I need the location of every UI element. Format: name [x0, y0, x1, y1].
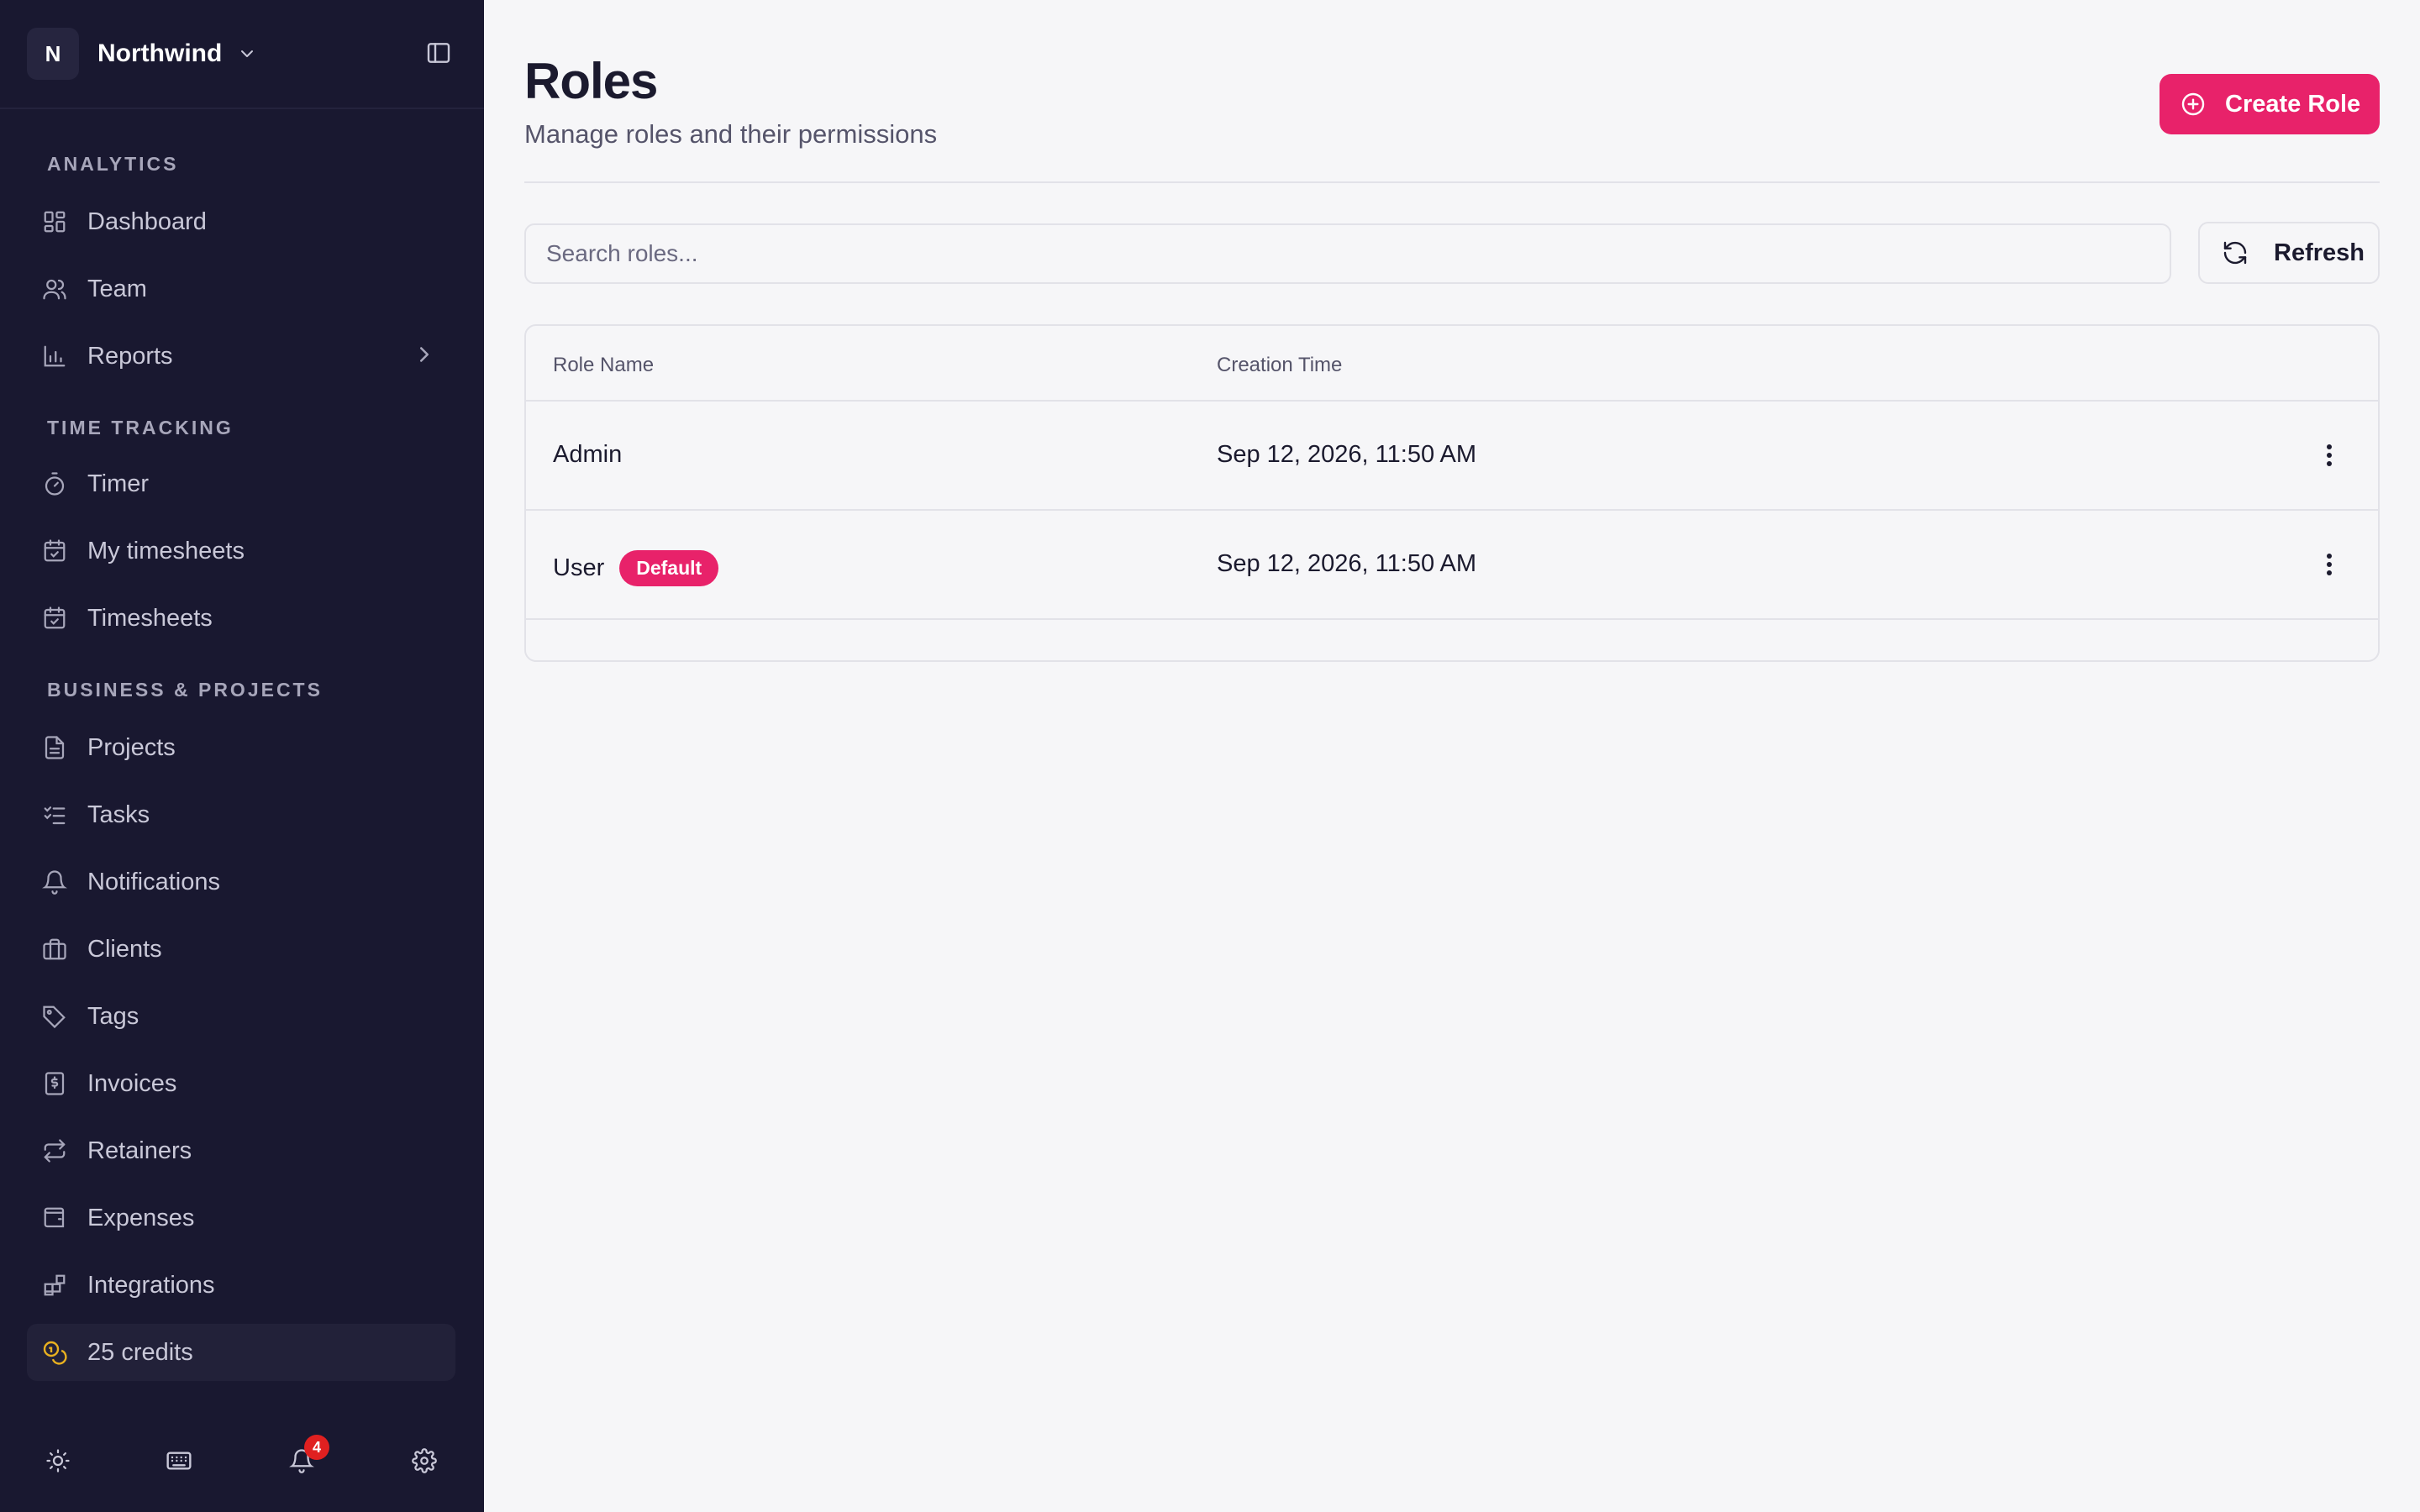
sidebar-item-dashboard[interactable]: Dashboard	[27, 193, 455, 250]
sidebar-item-label: My timesheets	[87, 537, 245, 564]
coins-icon	[40, 1338, 69, 1367]
stopwatch-icon	[40, 470, 69, 498]
refresh-label: Refresh	[2274, 239, 2365, 266]
creation-time: Sep 12, 2026, 11:50 AM	[1217, 441, 1477, 468]
refresh-button[interactable]: Refresh	[2198, 222, 2380, 284]
sidebar-item-label: Invoices	[87, 1069, 177, 1097]
table-row[interactable]: Admin Sep 12, 2026, 11:50 AM	[526, 402, 2378, 511]
sidebar-item-projects[interactable]: Projects	[27, 719, 455, 776]
sidebar-item-label: Clients	[87, 935, 162, 963]
section-label-time-tracking: TIME TRACKING	[47, 417, 234, 438]
sun-icon[interactable]	[44, 1446, 72, 1475]
role-name: User	[553, 554, 605, 581]
sidebar: N Northwind ANALYTICS Dashboard Team Rep…	[0, 0, 484, 1512]
sidebar-item-team[interactable]: Team	[27, 260, 455, 318]
bar-chart-icon	[40, 342, 69, 370]
sidebar-item-label: Projects	[87, 733, 176, 761]
create-role-button[interactable]: Create Role	[2160, 74, 2380, 134]
users-icon	[40, 275, 69, 303]
table-row[interactable]: User Default Sep 12, 2026, 11:50 AM	[526, 511, 2378, 620]
sidebar-item-label: Team	[87, 275, 147, 302]
sidebar-item-my-timesheets[interactable]: My timesheets	[27, 522, 455, 580]
chevron-down-icon	[237, 44, 257, 64]
roles-table: Role Name Creation Time Admin Sep 12, 20…	[524, 324, 2380, 662]
sidebar-item-reports[interactable]: Reports	[27, 328, 455, 385]
sidebar-toggle-icon[interactable]	[425, 39, 452, 71]
sidebar-item-timesheets[interactable]: Timesheets	[27, 590, 455, 647]
section-label-analytics: ANALYTICS	[47, 153, 179, 175]
search-input[interactable]	[524, 223, 2171, 284]
sidebar-item-integrations[interactable]: Integrations	[27, 1257, 455, 1314]
more-vertical-icon[interactable]	[2321, 440, 2338, 470]
workspace-avatar: N	[27, 28, 79, 80]
sidebar-item-tags[interactable]: Tags	[27, 988, 455, 1045]
sidebar-item-retainers[interactable]: Retainers	[27, 1122, 455, 1179]
create-role-label: Create Role	[2225, 90, 2361, 118]
sidebar-item-notifications[interactable]: Notifications	[27, 853, 455, 911]
tag-icon	[40, 1002, 69, 1031]
sidebar-item-label: Notifications	[87, 868, 220, 895]
briefcase-icon	[40, 935, 69, 963]
page-title: Roles	[524, 53, 658, 109]
keyboard-icon[interactable]	[165, 1446, 193, 1475]
column-header-creation-time: Creation Time	[1217, 354, 1343, 376]
sidebar-item-label: Dashboard	[87, 207, 207, 235]
sidebar-item-label: Retainers	[87, 1137, 192, 1164]
sidebar-item-label: Tasks	[87, 801, 150, 828]
column-header-role-name: Role Name	[553, 354, 655, 376]
sidebar-item-label: Reports	[87, 342, 173, 370]
repeat-icon	[40, 1137, 69, 1165]
page-subtitle: Manage roles and their permissions	[524, 119, 938, 149]
checklist-icon	[40, 801, 69, 829]
sidebar-item-clients[interactable]: Clients	[27, 921, 455, 978]
sidebar-item-expenses[interactable]: Expenses	[27, 1189, 455, 1247]
sidebar-item-label: Timesheets	[87, 604, 213, 632]
header-divider	[524, 181, 2380, 183]
table-header: Role Name Creation Time	[526, 326, 2378, 402]
file-icon	[40, 733, 69, 762]
notifications-bell-icon[interactable]: 4	[287, 1435, 329, 1475]
creation-time: Sep 12, 2026, 11:50 AM	[1217, 550, 1477, 577]
workspace-name: Northwind	[97, 39, 223, 67]
sidebar-footer: 4	[0, 1403, 484, 1512]
calendar-check-icon	[40, 537, 69, 565]
blocks-icon	[40, 1271, 69, 1299]
section-label-business-projects: BUSINESS & PROJECTS	[47, 679, 323, 701]
sidebar-item-label: Expenses	[87, 1204, 195, 1231]
sidebar-item-label: Integrations	[87, 1271, 215, 1299]
calendar-check-icon	[40, 604, 69, 633]
role-name-cell: Admin	[553, 441, 622, 469]
dashboard-icon	[40, 207, 69, 236]
default-badge: Default	[619, 550, 719, 586]
plus-circle-icon	[2180, 91, 2207, 118]
chevron-right-icon	[412, 342, 437, 374]
sidebar-item-timer[interactable]: Timer	[27, 455, 455, 512]
gear-icon[interactable]	[410, 1446, 439, 1475]
sidebar-item-label: Tags	[87, 1002, 139, 1030]
notification-count-badge: 4	[304, 1435, 329, 1460]
sidebar-item-label: Timer	[87, 470, 150, 497]
invoice-icon	[40, 1069, 69, 1098]
credits-label: 25 credits	[87, 1338, 193, 1366]
main-content: Roles Manage roles and their permissions…	[484, 0, 2420, 1512]
role-name: Admin	[553, 441, 623, 468]
credits-item[interactable]: 25 credits	[27, 1324, 455, 1381]
bell-icon	[40, 868, 69, 896]
refresh-icon	[2222, 239, 2249, 266]
sidebar-item-tasks[interactable]: Tasks	[27, 786, 455, 843]
wallet-icon	[40, 1204, 69, 1232]
sidebar-item-invoices[interactable]: Invoices	[27, 1055, 455, 1112]
role-name-cell: User Default	[553, 550, 719, 586]
workspace-switcher[interactable]: N Northwind	[0, 0, 484, 109]
more-vertical-icon[interactable]	[2321, 549, 2338, 580]
